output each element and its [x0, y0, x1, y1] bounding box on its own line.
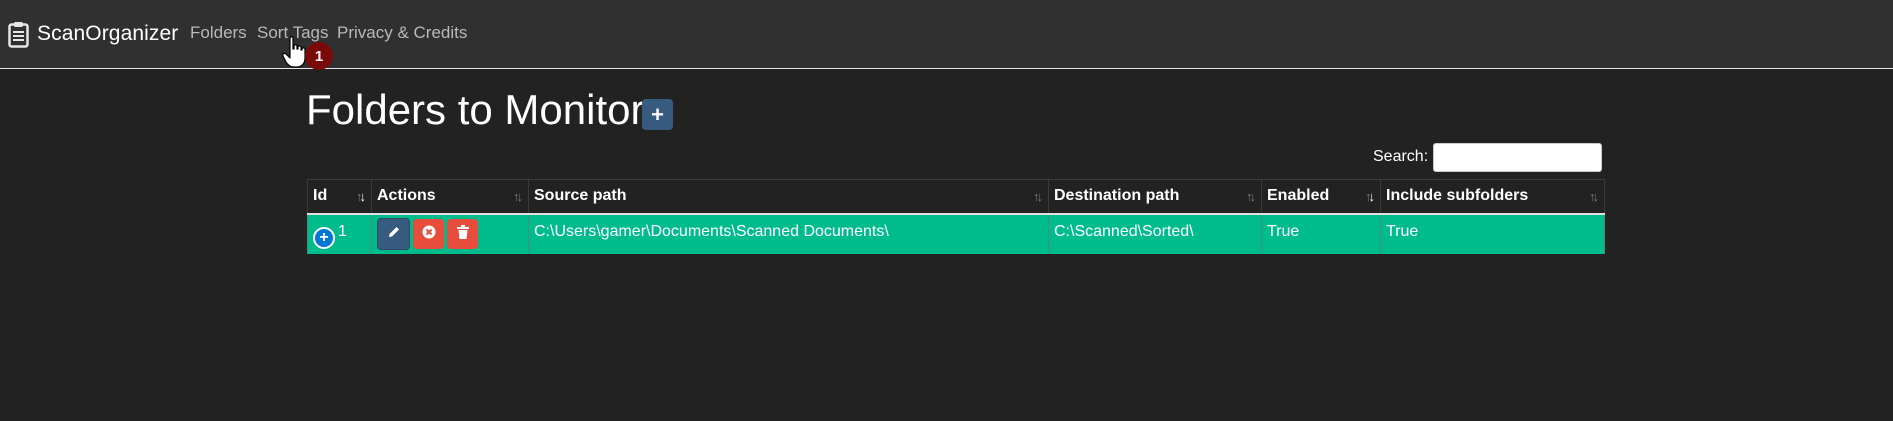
cell-id: +1 — [307, 213, 372, 254]
column-header-destination-path[interactable]: Destination path ↑↓ — [1048, 179, 1262, 215]
cell-include-subfolders: True — [1380, 213, 1605, 254]
page-title: Folders to Monitor — [306, 86, 645, 133]
folders-table: Id ↑↓ Actions ↑↓ Source path ↑↓ Destination… — [307, 179, 1605, 254]
trash-icon — [456, 224, 469, 244]
sort-icon: ↑↓ — [1589, 189, 1599, 204]
sort-icon: ↑↓ — [356, 189, 366, 204]
delete-button[interactable] — [447, 219, 478, 249]
edit-button[interactable] — [377, 218, 410, 250]
column-header-enabled[interactable]: Enabled ↑↓ — [1261, 179, 1381, 215]
row-id: 1 — [338, 222, 347, 240]
cell-destination-path: C:\Scanned\Sorted\ — [1048, 213, 1262, 254]
clipboard-icon — [8, 21, 29, 48]
brand[interactable]: ScanOrganizer — [8, 19, 178, 49]
search-label: Search: — [1373, 148, 1429, 165]
times-circle-icon — [422, 225, 436, 244]
column-header-source-path[interactable]: Source path ↑↓ — [528, 179, 1049, 215]
nav-link-folders[interactable]: Folders — [190, 23, 247, 43]
add-folder-button[interactable]: + — [642, 99, 673, 130]
column-header-actions[interactable]: Actions ↑↓ — [371, 179, 529, 215]
search-input[interactable] — [1433, 143, 1602, 172]
nav-link-privacy-credits[interactable]: Privacy & Credits — [337, 23, 467, 43]
cell-enabled: True — [1261, 213, 1381, 254]
step-badge: 1 — [305, 42, 333, 70]
disable-button[interactable] — [413, 219, 444, 249]
sort-icon: ↑↓ — [1033, 189, 1043, 204]
table-row[interactable]: +1 C:\Users\gamer\Documents\Scanned Docu… — [307, 213, 1605, 254]
sort-icon: ↑↓ — [513, 189, 523, 204]
column-header-id[interactable]: Id ↑↓ — [307, 179, 372, 215]
expand-row-icon[interactable]: + — [313, 226, 335, 249]
sort-icon: ↑↓ — [1246, 189, 1256, 204]
plus-icon: + — [651, 102, 664, 127]
sort-icon: ↑↓ — [1365, 189, 1375, 204]
brand-name: ScanOrganizer — [37, 22, 179, 45]
cell-actions — [371, 213, 529, 254]
cell-source-path: C:\Users\gamer\Documents\Scanned Documen… — [528, 213, 1049, 254]
column-header-include-subfolders[interactable]: Include subfolders ↑↓ — [1380, 179, 1605, 215]
table-header-row: Id ↑↓ Actions ↑↓ Source path ↑↓ Destination… — [307, 179, 1605, 215]
pencil-icon — [387, 225, 401, 244]
